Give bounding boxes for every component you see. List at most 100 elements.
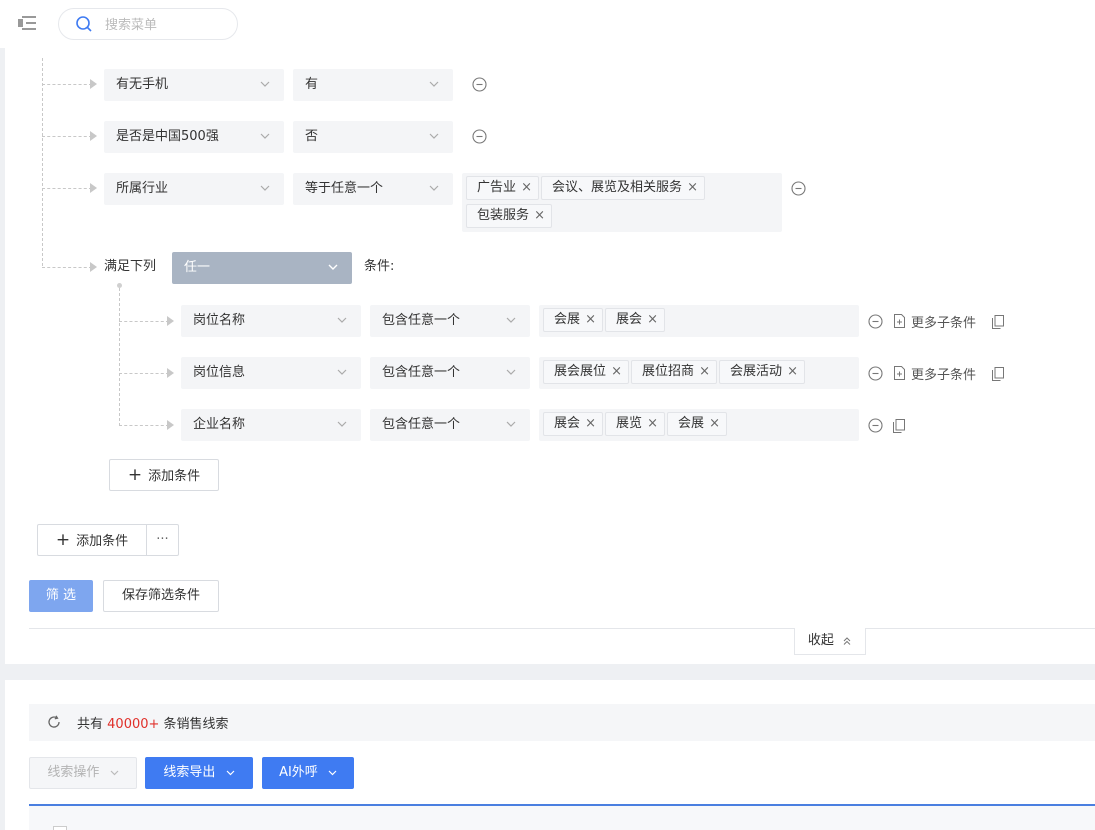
group-match-select[interactable]: 任一 — [172, 252, 352, 284]
remove-condition-icon[interactable] — [472, 77, 487, 92]
chevron-down-icon — [506, 316, 516, 324]
tag-remove-icon[interactable]: × — [521, 177, 532, 199]
group-suffix-label: 条件: — [364, 259, 395, 274]
tag-remove-icon[interactable]: × — [585, 413, 596, 435]
tag-remove-icon[interactable]: × — [534, 205, 545, 227]
chevron-down-icon — [260, 80, 270, 88]
doc-add-icon[interactable] — [893, 366, 906, 380]
chevron-down-icon — [260, 132, 270, 140]
filter-button[interactable]: 筛 选 — [29, 580, 93, 612]
tag-remove-icon[interactable]: × — [699, 361, 710, 383]
condition-field-select[interactable]: 是否是中国500强 — [104, 121, 284, 153]
ai-call-label: AI外呼 — [279, 765, 318, 780]
copy-icon[interactable] — [893, 419, 905, 433]
tag: 会展 × — [543, 308, 604, 332]
tag: 展会 × — [605, 308, 666, 332]
add-condition-button[interactable]: + 添加条件 — [37, 524, 147, 556]
group-add-condition-button[interactable]: + 添加条件 — [109, 459, 219, 491]
group-add-condition-label: 添加条件 — [148, 469, 201, 484]
sub-condition-operator-value: 包含任意一个 — [382, 417, 461, 432]
tag: 会展活动 × — [719, 360, 806, 384]
sub-condition-field-value: 岗位名称 — [193, 313, 246, 328]
divider — [29, 628, 1095, 629]
tag-label: 会展 — [554, 312, 581, 327]
tag-remove-icon[interactable]: × — [585, 309, 596, 331]
condition-operator-select[interactable]: 否 — [293, 121, 453, 153]
search-icon — [76, 16, 92, 32]
tag-input[interactable]: 展会展位 × 展位招商 × 会展活动 × — [539, 357, 859, 389]
copy-icon[interactable] — [992, 367, 1004, 381]
summary-prefix: 共有 — [77, 717, 104, 732]
more-sub-conditions-link[interactable]: 更多子条件 — [911, 312, 976, 331]
select-all-checkbox[interactable] — [53, 826, 67, 830]
remove-condition-icon[interactable] — [472, 129, 487, 144]
tag: 广告业 × — [466, 176, 540, 200]
copy-icon[interactable] — [992, 315, 1004, 329]
export-leads-label: 线索导出 — [163, 765, 216, 780]
collapse-button[interactable]: 收起 — [794, 628, 866, 655]
add-condition-label: 添加条件 — [76, 534, 129, 549]
table-header — [29, 804, 1095, 830]
tag-label: 展览 — [616, 416, 643, 431]
condition-field-select[interactable]: 有无手机 — [104, 69, 284, 101]
remove-condition-icon[interactable] — [868, 418, 883, 433]
condition-operator-select[interactable]: 有 — [293, 69, 453, 101]
condition-operator-value: 有 — [305, 77, 319, 92]
tag-remove-icon[interactable]: × — [647, 413, 658, 435]
condition-field-select[interactable]: 所属行业 — [104, 173, 284, 205]
sub-condition-operator-select[interactable]: 包含任意一个 — [370, 357, 530, 389]
sub-condition-field-value: 企业名称 — [193, 417, 246, 432]
more-options-button[interactable]: ··· — [146, 524, 179, 556]
tag-label: 广告业 — [477, 180, 517, 195]
doc-add-icon[interactable] — [893, 314, 906, 328]
more-sub-conditions-link[interactable]: 更多子条件 — [911, 364, 976, 383]
tag-label: 会展活动 — [730, 364, 783, 379]
tag: 展览 × — [605, 412, 666, 436]
sub-condition-field-select[interactable]: 企业名称 — [181, 409, 361, 441]
remove-condition-icon[interactable] — [868, 314, 883, 329]
condition-field-value: 是否是中国500强 — [116, 129, 219, 144]
chevron-down-icon — [226, 770, 235, 775]
results-summary-text: 共有 40000+ 条销售线索 — [77, 713, 229, 732]
tag: 会展 × — [667, 412, 728, 436]
export-leads-button[interactable]: 线索导出 — [145, 757, 253, 789]
tag-label: 会展 — [678, 416, 705, 431]
tag-input[interactable]: 广告业 × 会议、展览及相关服务 × 包装服务 × — [462, 173, 782, 232]
refresh-icon[interactable] — [47, 715, 61, 729]
tag-input[interactable]: 展会 × 展览 × 会展 × — [539, 409, 859, 441]
tag-label: 展位招商 — [642, 364, 695, 379]
lead-ops-label: 线索操作 — [47, 765, 100, 780]
remove-condition-icon[interactable] — [791, 181, 806, 196]
chevron-down-icon — [429, 80, 439, 88]
summary-suffix: 条销售线索 — [163, 717, 229, 732]
sub-condition-field-select[interactable]: 岗位名称 — [181, 305, 361, 337]
chevron-down-icon — [328, 770, 337, 775]
search-box[interactable] — [58, 8, 238, 40]
tag-label: 展会 — [616, 312, 643, 327]
chevron-down-icon — [110, 770, 119, 775]
condition-operator-value: 等于任意一个 — [305, 181, 384, 196]
sub-condition-operator-select[interactable]: 包含任意一个 — [370, 305, 530, 337]
tag: 包装服务 × — [466, 204, 553, 228]
chevron-down-icon — [260, 184, 270, 192]
tag-label: 展会展位 — [554, 364, 607, 379]
sub-condition-field-select[interactable]: 岗位信息 — [181, 357, 361, 389]
tag-input[interactable]: 会展 × 展会 × — [539, 305, 859, 337]
tag-remove-icon[interactable]: × — [787, 361, 798, 383]
menu-toggle-icon[interactable] — [18, 15, 36, 31]
tag-remove-icon[interactable]: × — [687, 177, 698, 199]
ai-call-button[interactable]: AI外呼 — [262, 757, 354, 789]
lead-ops-button[interactable]: 线索操作 — [29, 757, 137, 789]
tag-label: 会议、展览及相关服务 — [552, 180, 683, 195]
tag-remove-icon[interactable]: × — [709, 413, 720, 435]
remove-condition-icon[interactable] — [868, 366, 883, 381]
condition-operator-select[interactable]: 等于任意一个 — [293, 173, 453, 205]
search-input[interactable] — [105, 14, 225, 36]
sub-condition-operator-select[interactable]: 包含任意一个 — [370, 409, 530, 441]
tag-remove-icon[interactable]: × — [611, 361, 622, 383]
summary-count: 40000+ — [107, 717, 160, 732]
chevron-down-icon — [429, 184, 439, 192]
tag-remove-icon[interactable]: × — [647, 309, 658, 331]
chevron-down-icon — [337, 420, 347, 428]
save-filter-button[interactable]: 保存筛选条件 — [103, 580, 219, 612]
